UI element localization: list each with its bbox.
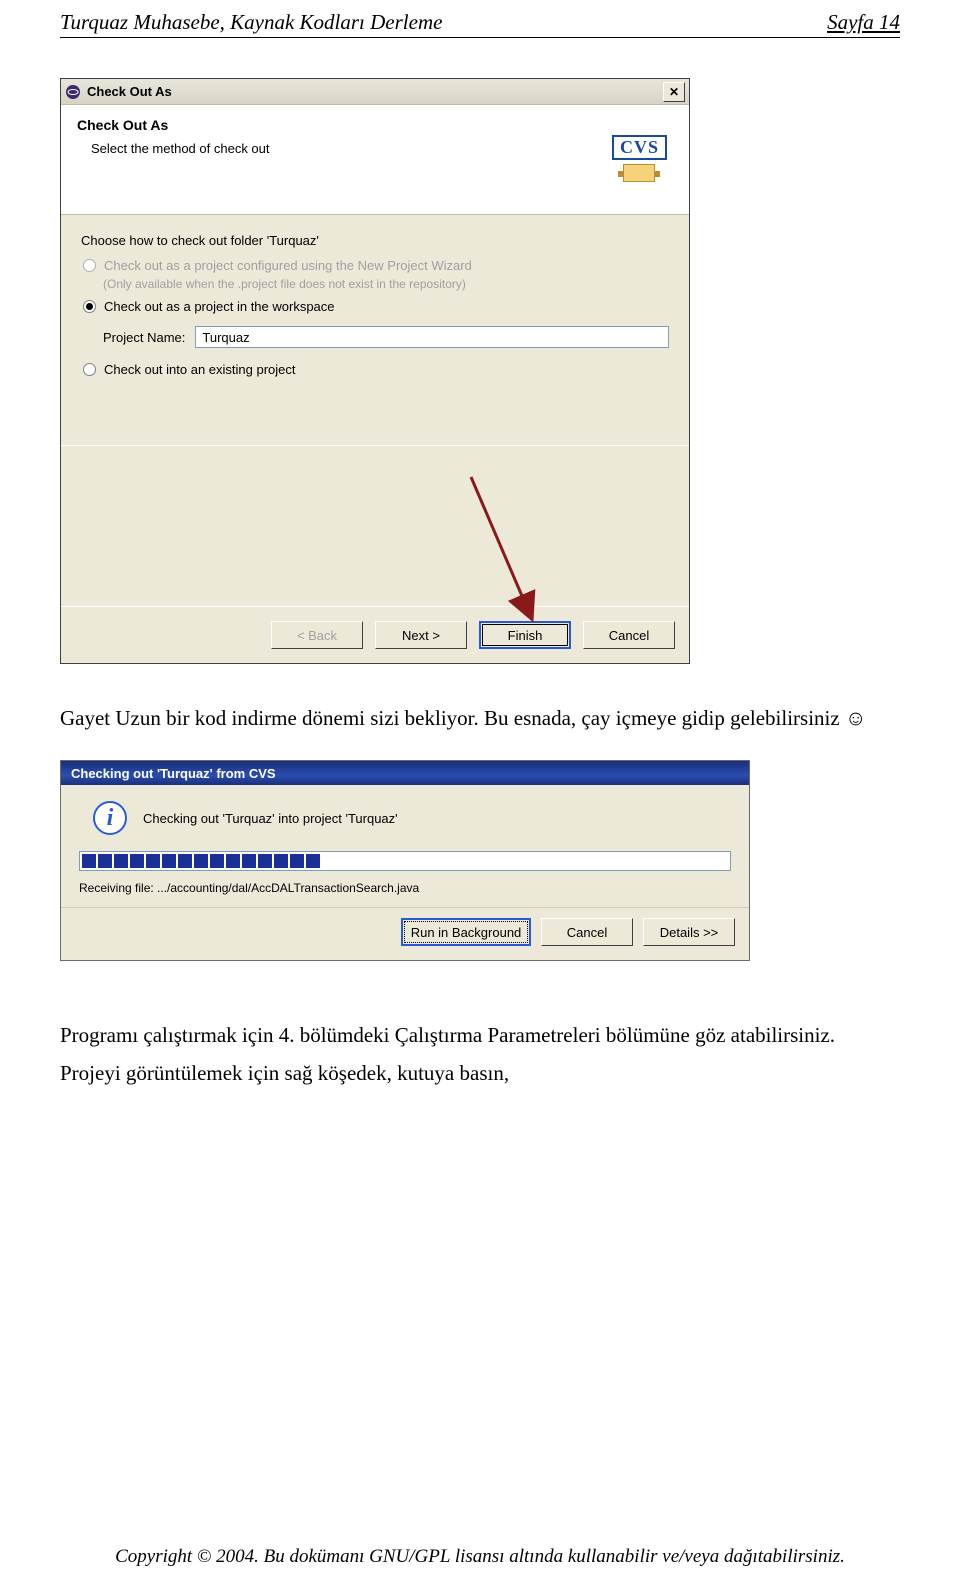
paragraph-1: Gayet Uzun bir kod indirme dönemi sizi b… [60, 704, 900, 732]
header-left: Turquaz Muhasebe, Kaynak Kodları Derleme [60, 10, 442, 35]
progress-segment [226, 854, 240, 868]
paragraph-2: Programı çalıştırmak için 4. bölümdeki Ç… [60, 1021, 900, 1050]
progress-segment [194, 854, 208, 868]
radio-wizard: Check out as a project configured using … [83, 258, 669, 273]
cancel-button[interactable]: Cancel [583, 621, 675, 649]
progress-segment [114, 854, 128, 868]
back-button: < Back [271, 621, 363, 649]
document-header: Turquaz Muhasebe, Kaynak Kodları Derleme… [60, 10, 900, 38]
progress-segment [290, 854, 304, 868]
titlebar: Check Out As ✕ [61, 79, 689, 105]
choose-label: Choose how to check out folder 'Turquaz' [81, 233, 669, 248]
progress-segment [82, 854, 96, 868]
close-icon[interactable]: ✕ [663, 82, 685, 102]
run-background-button[interactable]: Run in Background [401, 918, 531, 946]
radio-icon [83, 300, 96, 313]
progress-segment [162, 854, 176, 868]
banner-subtitle: Select the method of check out [91, 141, 270, 156]
dialog-title: Check Out As [87, 84, 663, 99]
progress-segment [130, 854, 144, 868]
progress-segment [178, 854, 192, 868]
dialog-button-bar: < Back Next > Finish Cancel [61, 607, 689, 663]
radio-icon [83, 363, 96, 376]
checkout-dialog: Check Out As ✕ Check Out As Select the m… [60, 78, 690, 664]
next-button[interactable]: Next > [375, 621, 467, 649]
radio-wizard-note: (Only available when the .project file d… [103, 277, 669, 291]
radio-existing[interactable]: Check out into an existing project [83, 362, 669, 377]
details-button[interactable]: Details >> [643, 918, 735, 946]
radio-existing-label: Check out into an existing project [104, 362, 296, 377]
header-page: Sayfa 14 [827, 10, 900, 35]
progress-segment [146, 854, 160, 868]
cvs-logo-icon: CVS [612, 135, 667, 182]
progress-segment [242, 854, 256, 868]
progress-segment [306, 854, 320, 868]
receiving-label: Receiving file: .../accounting/dal/AccDA… [79, 881, 731, 895]
radio-icon [83, 259, 96, 272]
progress-titlebar: Checking out 'Turquaz' from CVS [61, 761, 749, 785]
cvs-text: CVS [612, 135, 667, 160]
paragraph-3: Projeyi görüntülemek için sağ köşedek, k… [60, 1061, 900, 1086]
radio-workspace-label: Check out as a project in the workspace [104, 299, 335, 314]
project-name-label: Project Name: [103, 330, 185, 345]
project-name-input[interactable] [195, 326, 669, 348]
progress-dialog: Checking out 'Turquaz' from CVS i Checki… [60, 760, 750, 961]
document-footer: Copyright © 2004. Bu dokümanı GNU/GPL li… [0, 1546, 960, 1568]
info-icon: i [93, 801, 127, 835]
progress-message: Checking out 'Turquaz' into project 'Tur… [143, 811, 398, 826]
connector-icon [623, 164, 655, 182]
banner-title: Check Out As [77, 117, 270, 133]
radio-wizard-label: Check out as a project configured using … [104, 258, 472, 273]
progress-cancel-button[interactable]: Cancel [541, 918, 633, 946]
progress-segment [258, 854, 272, 868]
progress-segment [98, 854, 112, 868]
eclipse-icon [65, 84, 81, 100]
radio-workspace[interactable]: Check out as a project in the workspace [83, 299, 669, 314]
progress-button-bar: Run in Background Cancel Details >> [61, 907, 749, 960]
finish-button[interactable]: Finish [479, 621, 571, 649]
progress-segment [274, 854, 288, 868]
progress-bar [79, 851, 731, 871]
progress-segment [210, 854, 224, 868]
dialog-banner: Check Out As Select the method of check … [61, 105, 689, 215]
